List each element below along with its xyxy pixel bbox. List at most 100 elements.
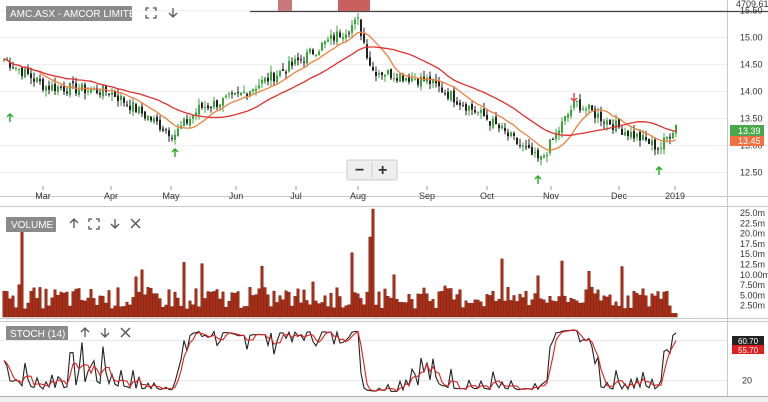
candle-body xyxy=(579,99,581,111)
candle-body xyxy=(339,32,341,38)
volume-bar xyxy=(383,288,387,318)
volume-bar xyxy=(233,293,237,318)
candle-body xyxy=(474,110,476,113)
volume-bar xyxy=(479,301,483,318)
candle-body xyxy=(315,55,317,57)
stoch-k-value: 60.70 xyxy=(738,337,759,346)
candle-body xyxy=(651,140,653,146)
volume-bar xyxy=(656,291,660,318)
volume-bar xyxy=(476,299,480,318)
volume-bar xyxy=(554,301,558,318)
price-y-tick-label: 13.50 xyxy=(740,114,763,124)
volume-y-tick-label: 15.0m xyxy=(740,249,765,259)
candle-body xyxy=(447,91,449,99)
volume-y-tick-label: 25.0m xyxy=(740,208,765,218)
volume-bar xyxy=(542,299,546,318)
volume-bar xyxy=(32,287,36,318)
volume-bar xyxy=(341,307,345,318)
volume-bar xyxy=(323,295,327,318)
candle-body xyxy=(294,58,296,65)
volume-bar xyxy=(53,289,57,318)
candle-body xyxy=(138,106,140,113)
candle-body xyxy=(627,130,629,137)
candle-body xyxy=(660,147,662,149)
top-right-value: 4709.61 xyxy=(736,0,768,9)
candle-body xyxy=(39,79,41,82)
volume-bar xyxy=(206,291,210,318)
candle-body xyxy=(174,134,176,140)
candle-body xyxy=(654,139,656,150)
candle-body xyxy=(276,75,278,83)
volume-bar xyxy=(422,287,426,318)
candle-body xyxy=(306,51,308,64)
volume-bar xyxy=(107,290,111,318)
candle-body xyxy=(468,105,470,111)
volume-bar xyxy=(176,297,180,318)
month-label: Jun xyxy=(229,191,244,201)
volume-bar xyxy=(38,287,42,318)
volume-bar xyxy=(170,306,174,318)
volume-bar xyxy=(605,296,609,318)
candle-body xyxy=(72,81,74,83)
candle-body xyxy=(630,131,632,138)
candle-body xyxy=(564,115,566,122)
zoom-in-button[interactable]: + xyxy=(378,162,387,179)
volume-bar xyxy=(464,300,468,318)
candle-body xyxy=(150,116,152,121)
candle-body xyxy=(498,124,500,129)
candle-body xyxy=(111,92,113,95)
candle-body xyxy=(165,129,167,131)
volume-bar xyxy=(377,291,381,318)
candle-body xyxy=(393,78,395,80)
volume-bar xyxy=(308,304,312,318)
candle-body xyxy=(69,83,71,96)
candle-body xyxy=(582,108,584,110)
volume-bar xyxy=(401,302,405,318)
navigator-handle-right[interactable] xyxy=(338,0,370,11)
candle-body xyxy=(303,61,305,63)
volume-bar xyxy=(26,302,30,318)
navigator-handle-left[interactable] xyxy=(278,0,292,11)
volume-bar xyxy=(440,291,444,318)
candle-body xyxy=(273,72,275,82)
chart-stage: { "price_panel": { "label": "AMC.ASX - A… xyxy=(0,0,768,402)
volume-bar xyxy=(272,290,276,318)
volume-bar xyxy=(608,294,612,318)
volume-bar xyxy=(413,308,417,318)
candle-body xyxy=(639,131,641,141)
volume-bar xyxy=(566,302,570,318)
volume-bar xyxy=(551,300,555,318)
volume-bar xyxy=(443,285,447,318)
stoch-badges: 60.70 55.70 xyxy=(732,336,764,355)
zoom-out-button[interactable]: − xyxy=(355,162,364,179)
candle-body xyxy=(414,79,416,81)
candle-body xyxy=(480,109,482,113)
volume-bar xyxy=(494,301,498,318)
volume-bar xyxy=(578,302,582,318)
candle-body xyxy=(495,116,497,124)
volume-bar xyxy=(305,300,309,318)
volume-bar xyxy=(209,291,213,318)
candle-body xyxy=(231,92,233,94)
volume-bar xyxy=(5,291,9,318)
candle-body xyxy=(57,86,59,92)
volume-bar xyxy=(410,299,414,318)
candle-body xyxy=(453,90,455,103)
candle-body xyxy=(102,85,104,97)
volume-bar xyxy=(482,306,486,318)
volume-bar xyxy=(218,298,222,318)
month-label: Oct xyxy=(480,191,495,201)
candle-body xyxy=(261,80,263,84)
volume-bar xyxy=(545,302,549,318)
volume-bar xyxy=(536,275,540,318)
candle-body xyxy=(207,105,209,109)
candle-body xyxy=(234,93,236,95)
candle-body xyxy=(381,72,383,76)
candle-body xyxy=(486,114,488,120)
volume-bar xyxy=(533,293,537,318)
candle-body xyxy=(459,102,461,106)
candle-body xyxy=(411,77,413,82)
candle-body xyxy=(252,89,254,92)
candle-body xyxy=(417,77,419,85)
candle-body xyxy=(507,132,509,137)
